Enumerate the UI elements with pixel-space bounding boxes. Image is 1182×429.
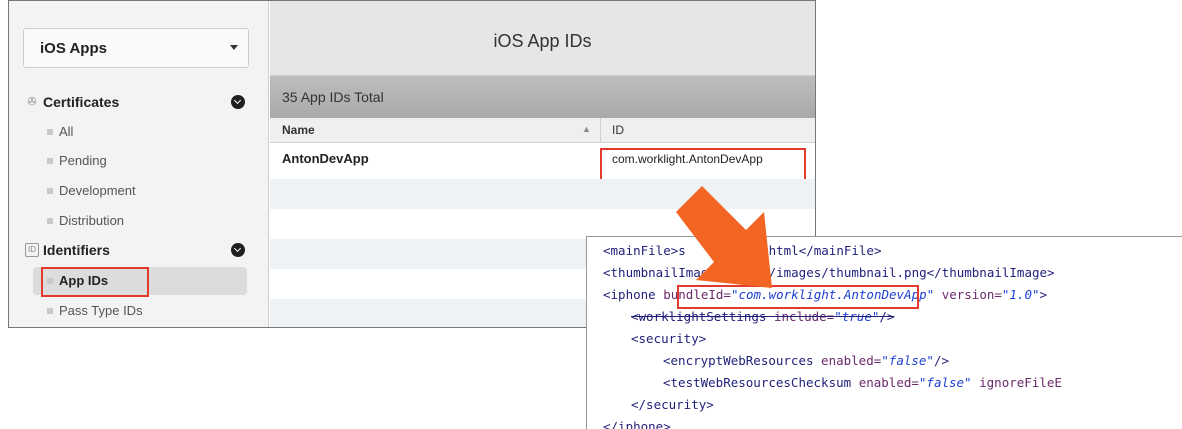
xml-value: "false" [918, 375, 972, 390]
code-line-iphone-close: </iphone> [603, 419, 671, 429]
code-line-encrypt: <encryptWebResources enabled="false"/> [663, 353, 949, 368]
certificate-icon: ✇ [27, 96, 37, 108]
app-name-cell: AntonDevApp [282, 151, 369, 166]
column-divider [600, 118, 601, 142]
xml-attr: ignoreFileE [979, 375, 1062, 390]
xml-attr: enabled= [858, 375, 919, 390]
xml-tag: <encryptWebResources [663, 353, 814, 368]
main-header: iOS App IDs [270, 1, 815, 76]
sidebar-item-label: Development [59, 183, 136, 198]
xml-attr: include= [774, 309, 835, 324]
code-line-security-close: </security> [631, 397, 714, 412]
chevron-down-icon[interactable] [231, 243, 245, 257]
list-summary-bar: 35 App IDs Total [270, 76, 815, 118]
xml-tag: /> [879, 309, 895, 324]
xml-tag: /> [933, 353, 950, 368]
xml-tag: </thumbnailImage> [926, 265, 1055, 280]
sidebar-item-pass-type-ids[interactable]: Pass Type IDs [9, 297, 249, 325]
xml-tag: </security> [631, 397, 714, 412]
xml-value: "false" [881, 353, 934, 368]
column-header-name[interactable]: Name [282, 123, 315, 137]
sidebar-item-pending[interactable]: Pending [9, 147, 249, 175]
xml-value: "true" [834, 309, 880, 324]
sidebar: iOS Apps ✇ Certificates All Pending Deve… [9, 1, 269, 327]
bullet-icon [47, 188, 53, 194]
xml-tag: <iphone [603, 287, 656, 302]
sidebar-item-distribution[interactable]: Distribution [9, 207, 249, 235]
page-title: iOS App IDs [493, 31, 592, 51]
arrow-icon [676, 186, 772, 288]
sidebar-item-label: All [59, 124, 74, 139]
bullet-icon [47, 308, 53, 314]
sidebar-section-title: Identifiers [43, 242, 110, 258]
code-line-worklight-settings: <worklightSettings include="true"/> [631, 309, 894, 324]
chevron-down-icon[interactable] [231, 95, 245, 109]
platform-select[interactable]: iOS Apps [23, 28, 249, 68]
platform-select-value: iOS Apps [40, 40, 107, 57]
xml-tag: <testWebResourcesChecksum [663, 375, 852, 390]
highlight-box-app-id [600, 148, 806, 181]
sidebar-item-label: Pending [59, 153, 107, 168]
id-icon: ID [25, 243, 39, 257]
bullet-icon [47, 129, 53, 135]
xml-tag: </mainFile> [798, 243, 882, 258]
chevron-down-icon [230, 45, 238, 50]
sidebar-section-identifiers[interactable]: ID Identifiers [9, 236, 269, 264]
xml-attr: enabled= [821, 353, 882, 368]
column-header-id[interactable]: ID [612, 123, 624, 137]
table-header: Name ▲ ID [270, 118, 815, 143]
code-line-checksum: <testWebResourcesChecksum enabled="false… [663, 375, 1062, 390]
sort-ascending-icon[interactable]: ▲ [582, 124, 591, 134]
xml-value: "1.0" [1001, 287, 1040, 302]
highlight-box-app-ids [41, 267, 149, 297]
code-line-security-open: <security> [631, 331, 706, 346]
sidebar-section-title: Certificates [43, 94, 120, 110]
xml-tag: > [1039, 287, 1048, 302]
sidebar-item-all[interactable]: All [9, 118, 249, 146]
xml-tag: <security> [631, 331, 707, 346]
app-id-count: 35 App IDs Total [282, 89, 384, 105]
sidebar-item-label: Distribution [59, 213, 125, 228]
bullet-icon [47, 218, 53, 224]
bullet-icon [47, 158, 53, 164]
sidebar-section-certificates[interactable]: ✇ Certificates [9, 88, 269, 116]
xml-tag: <worklightSettings [631, 309, 767, 324]
sidebar-item-label: Pass Type IDs [59, 303, 143, 318]
xml-tag: </iphone> [603, 419, 671, 429]
sidebar-item-development[interactable]: Development [9, 177, 249, 205]
xml-attr: version= [941, 287, 1002, 302]
xml-tag: <mainFile> [603, 243, 679, 258]
